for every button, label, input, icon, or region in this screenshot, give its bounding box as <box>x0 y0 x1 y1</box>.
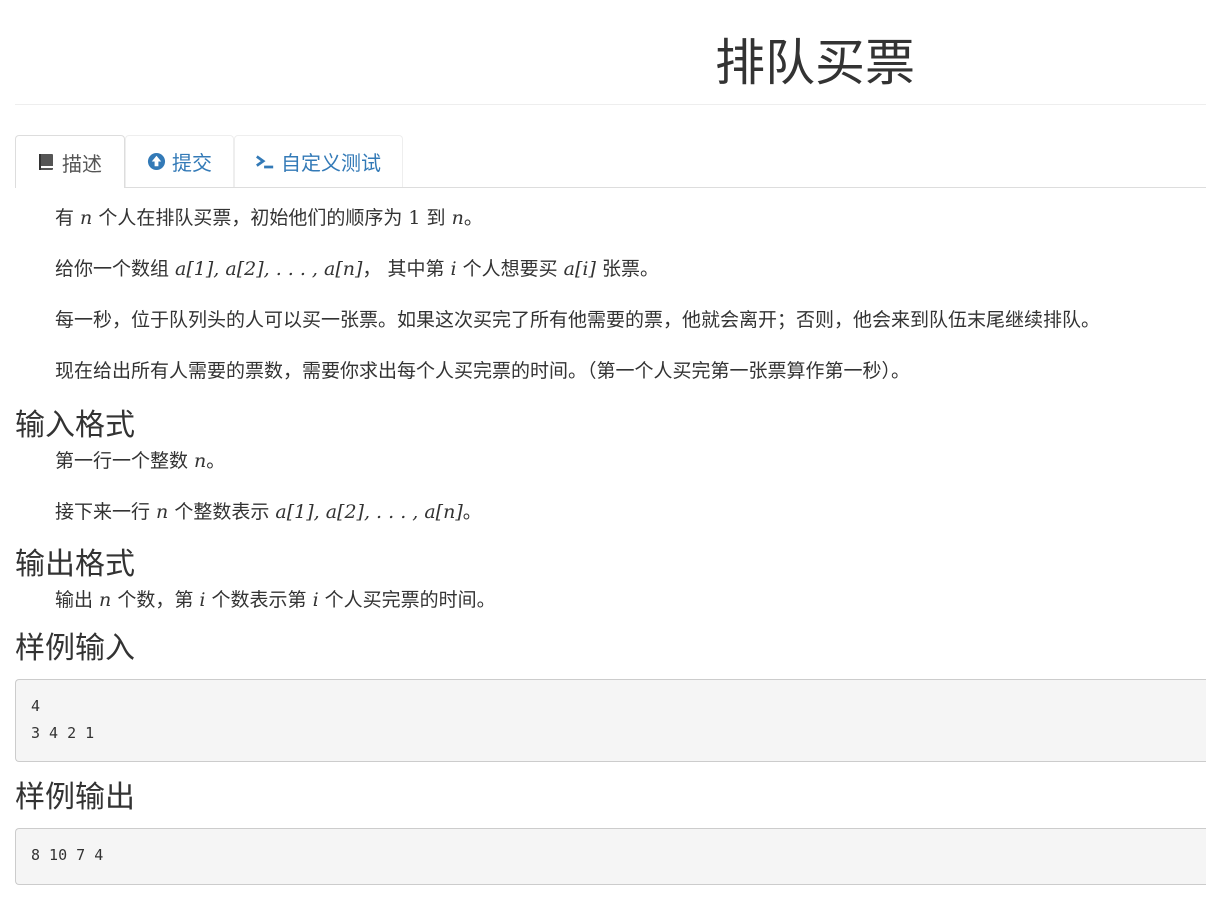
description-paragraph-2: 给你一个数组 a[1], a[2], . . . , a[n]， 其中第 i 个… <box>55 258 659 280</box>
tab-custom-test-label: 自定义测试 <box>281 151 381 175</box>
sample-input-code: 4 3 4 2 1 <box>15 679 1206 762</box>
output-format-paragraph: 输出 n 个数，第 i 个数表示第 i 个人买完票的时间。 <box>55 589 496 611</box>
sample-output-heading: 样例输出 <box>15 780 135 815</box>
sample-output-line-1: 8 10 7 4 <box>31 846 104 864</box>
input-format-paragraph-2: 接下来一行 n 个整数表示 a[1], a[2], . . . , a[n]。 <box>55 501 482 523</box>
input-format-heading: 输入格式 <box>15 408 135 443</box>
upload-circle-icon <box>146 152 166 172</box>
sample-input-heading: 样例输入 <box>15 631 135 666</box>
sample-input-line-2: 3 4 2 1 <box>31 724 95 742</box>
book-icon <box>36 152 56 172</box>
title-divider <box>15 104 1206 105</box>
tab-submit-label: 提交 <box>172 151 212 175</box>
description-paragraph-3: 每一秒，位于队列头的人可以买一张票。如果这次买完了所有他需要的票，他就会离开；否… <box>55 309 1101 331</box>
problem-content: 有 n 个人在排队买票，初始他们的顺序为 1 到 n。 给你一个数组 a[1],… <box>15 188 1206 885</box>
description-paragraph-4: 现在给出所有人需要的票数，需要你求出每个人买完票的时间。（第一个人买完第一张票算… <box>55 360 911 382</box>
output-format-heading: 输出格式 <box>15 547 135 582</box>
problem-tabs: 描述 提交 自定义测试 <box>15 135 1206 188</box>
page-title: 排队买票 <box>715 34 915 92</box>
sample-input-line-1: 4 <box>31 697 41 715</box>
input-format-paragraph-1: 第一行一个整数 n。 <box>55 450 226 472</box>
tab-description[interactable]: 描述 <box>15 135 125 188</box>
terminal-icon <box>255 152 275 172</box>
tab-custom-test[interactable]: 自定义测试 <box>234 135 403 187</box>
description-paragraph-1: 有 n 个人在排队买票，初始他们的顺序为 1 到 n。 <box>55 207 483 229</box>
tab-description-label: 描述 <box>62 151 102 176</box>
sample-output-code: 8 10 7 4 <box>15 828 1206 885</box>
tab-submit[interactable]: 提交 <box>125 135 234 187</box>
